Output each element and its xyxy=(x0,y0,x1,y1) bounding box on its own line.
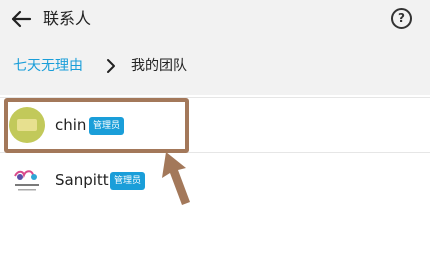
avatar-logo xyxy=(17,119,37,131)
arrow-left-icon[interactable] xyxy=(10,9,32,29)
member-name: chin xyxy=(55,116,87,134)
app-header: 联系人 ? xyxy=(0,0,430,40)
list-item-member[interactable]: Sanpitt 管理员 xyxy=(0,152,430,207)
member-name: Sanpitt xyxy=(55,171,109,189)
admin-badge: 管理员 xyxy=(89,117,125,135)
avatar xyxy=(9,107,45,143)
avatar-logo-icon xyxy=(14,170,39,191)
admin-badge: 管理员 xyxy=(110,172,146,190)
list-item-member[interactable]: chin 管理员 xyxy=(0,97,430,152)
question-circle-icon[interactable]: ? xyxy=(391,8,412,29)
breadcrumb-item-my-team: 我的团队 xyxy=(131,58,187,74)
avatar xyxy=(9,162,45,198)
breadcrumb: 七天无理由 我的团队 xyxy=(0,40,430,95)
page-title: 联系人 xyxy=(43,9,92,28)
chevron-right-icon xyxy=(107,59,115,73)
breadcrumb-item-team-group[interactable]: 七天无理由 xyxy=(13,57,83,75)
